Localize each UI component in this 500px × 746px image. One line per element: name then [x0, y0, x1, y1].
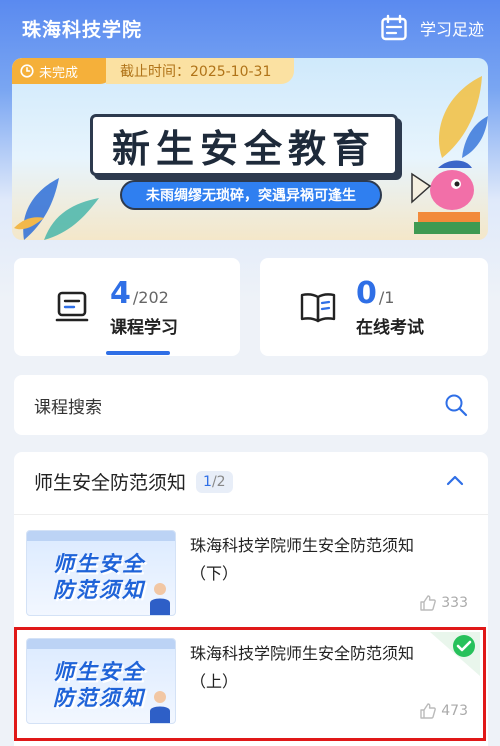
banner-title: 新生安全教育 — [90, 114, 398, 176]
selection-highlight — [14, 627, 486, 741]
teacher-figure-icon — [150, 583, 170, 615]
course-title: 珠海科技学院师生安全防范须知 — [190, 536, 415, 555]
status-text: 未完成 — [39, 65, 79, 81]
course-list-item[interactable]: 师生安全 防范须知 珠海科技学院师生安全防范须知 （下） 333 — [14, 524, 488, 628]
course-subtitle: （下） — [190, 564, 239, 583]
course-banner[interactable]: 未完成 截止时间：2025-10-31 新生安全教育 未雨绸缪无琐碎，突遇异祸可… — [12, 58, 488, 240]
course-section: 师生安全防范须知 1/2 师生安全 防范须知 珠海科技学院师生安全防范须知 （下… — [14, 452, 488, 746]
divider — [14, 514, 488, 515]
open-book-icon — [300, 293, 336, 323]
app-title: 珠海科技学院 — [22, 18, 143, 41]
online-exam-tab[interactable]: 0/1 在线考试 — [260, 258, 488, 356]
like-count[interactable]: 333 — [419, 594, 468, 612]
header: 珠海科技学院 学习足迹 — [0, 0, 500, 56]
search-icon[interactable] — [444, 393, 468, 417]
clock-icon — [20, 64, 34, 78]
course-thumbnail: 师生安全 防范须知 — [26, 530, 176, 616]
course-progress: 4/202 — [110, 276, 169, 311]
leaf-decoration-icon — [14, 178, 99, 240]
like-count-value: 333 — [441, 595, 468, 611]
online-exam-label: 在线考试 — [356, 318, 424, 338]
search-label: 课程搜索 — [34, 397, 102, 418]
deadline-badge: 截止时间：2025-10-31 — [106, 58, 294, 84]
course-monitor-icon — [55, 291, 89, 322]
course-list-item[interactable]: 师生安全 防范须知 珠海科技学院师生安全防范须知 （上） 473 — [14, 627, 488, 741]
calendar-icon — [381, 14, 407, 41]
footprint-label: 学习足迹 — [419, 20, 484, 39]
section-progress-badge: 1/2 — [196, 470, 233, 493]
course-study-tab[interactable]: 4/202 课程学习 — [14, 258, 240, 356]
exam-progress: 0/1 — [356, 276, 395, 311]
section-title: 师生安全防范须知 — [34, 472, 187, 494]
thumb-text-line: 防范须知 — [53, 578, 145, 602]
thumb-text-line: 师生安全 — [53, 552, 145, 576]
course-search-bar[interactable]: 课程搜索 — [14, 375, 488, 435]
status-badge: 未完成 — [12, 58, 112, 84]
chevron-up-icon[interactable] — [446, 474, 464, 486]
megaphone-mascot-icon — [411, 160, 480, 234]
active-tab-indicator — [106, 351, 170, 355]
banner-subtitle: 未雨绸缪无琐碎，突遇异祸可逢生 — [120, 180, 382, 210]
thumbs-up-icon — [420, 595, 437, 611]
course-study-label: 课程学习 — [110, 318, 178, 338]
section-header[interactable]: 师生安全防范须知 1/2 — [34, 468, 233, 495]
leaf-decoration-icon — [438, 76, 488, 158]
learning-footprint-button[interactable]: 学习足迹 — [380, 14, 484, 42]
